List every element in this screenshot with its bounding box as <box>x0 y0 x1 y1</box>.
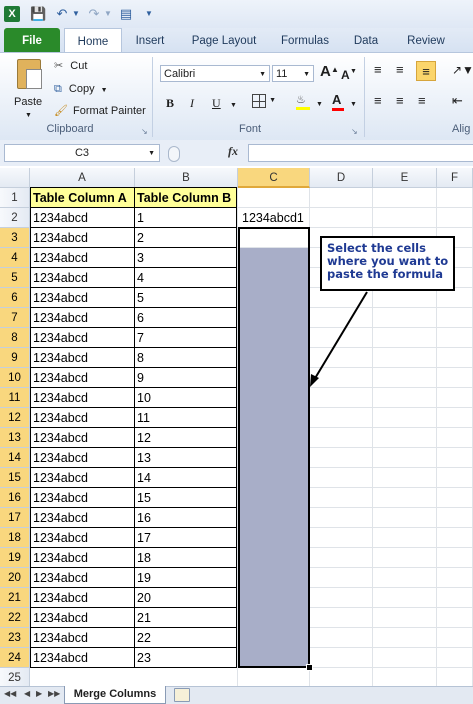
format-painter-button[interactable]: 🖌 Format Painter <box>54 104 146 118</box>
excel-logo-icon: X <box>4 6 20 22</box>
cut-button[interactable]: ✂ Cut <box>54 59 87 73</box>
font-name-dropdown-icon[interactable]: ▼ <box>259 66 266 83</box>
copy-dropdown-icon[interactable]: ▼ <box>101 87 108 94</box>
format-painter-label: Format Painter <box>73 105 146 117</box>
clipboard-dialog-launcher-icon[interactable]: ↘ <box>141 125 148 139</box>
name-box[interactable]: C3 ▼ <box>4 144 160 162</box>
alignment-group-label: Alig <box>452 123 471 135</box>
redo-dropdown-icon[interactable]: ▼ <box>104 6 112 22</box>
sheet-tab-merge-columns[interactable]: Merge Columns <box>64 686 166 704</box>
customize-dropdown-icon[interactable]: ▼ <box>144 6 154 22</box>
borders-dropdown-icon[interactable]: ▼ <box>269 97 276 104</box>
font-color-dropdown-icon[interactable]: ▼ <box>350 98 357 112</box>
font-group-label: Font <box>238 123 261 135</box>
worksheet-grid: ABCDEF 1 2 3 4 5 6 7 8 9 10 11 12 13 14 15 16 17 18 19 20 21… <box>0 168 473 688</box>
font-dialog-launcher-icon[interactable]: ↘ <box>351 125 358 139</box>
ribbon-divider <box>364 57 365 137</box>
underline-button[interactable]: U <box>212 96 221 110</box>
align-left-button[interactable]: ≡ <box>374 94 382 108</box>
clipboard-group-label: Clipboard <box>46 123 94 135</box>
prev-sheet-button[interactable]: ◀ <box>24 689 30 698</box>
font-size-dropdown-icon[interactable]: ▼ <box>303 66 310 83</box>
shrink-font-arrow-icon: ▼ <box>350 68 357 75</box>
formula-bar-grip-icon <box>168 146 180 162</box>
tab-formulas[interactable]: Formulas <box>274 28 336 52</box>
tab-data[interactable]: Data <box>346 28 386 52</box>
copy-label: Copy <box>68 83 95 95</box>
paint-bucket-icon: ♨ <box>296 94 306 106</box>
bold-button[interactable]: B <box>166 96 174 110</box>
ribbon-divider <box>152 57 153 137</box>
grow-font-arrow-icon: ▲ <box>331 65 339 74</box>
name-box-value: C3 <box>74 147 90 159</box>
cut-label: Cut <box>70 60 88 72</box>
first-sheet-button[interactable]: ◀◀ <box>4 689 16 698</box>
italic-button[interactable]: I <box>190 96 194 110</box>
align-top-button[interactable]: ≡ <box>374 63 382 77</box>
font-size-input[interactable]: 11 ▼ <box>272 65 314 82</box>
sheet-tab-bar: ◀◀ ◀ ▶ ▶▶ Merge Columns <box>0 686 473 704</box>
last-sheet-button[interactable]: ▶▶ <box>48 689 60 698</box>
paste-icon <box>17 59 42 89</box>
formula-input[interactable] <box>248 144 473 162</box>
ribbon-tabs: File Home Insert Page Layout Formulas Da… <box>0 28 473 53</box>
paste-label: Paste <box>14 96 43 108</box>
ribbon-home: Paste ▼ ✂ Cut ⧉ Copy ▼ 🖌 Format Painter … <box>0 52 473 142</box>
undo-icon[interactable]: ↶ <box>54 6 70 22</box>
name-box-dropdown-icon[interactable]: ▼ <box>148 145 155 162</box>
paste-button[interactable]: Paste ▼ <box>12 57 48 119</box>
print-preview-icon[interactable]: ▤ <box>118 6 134 22</box>
font-name-value: Calibri <box>164 68 196 80</box>
grow-font-button[interactable]: A <box>320 64 331 79</box>
align-bottom-button[interactable]: ≡ <box>416 61 436 81</box>
borders-button[interactable]: ▼ <box>252 94 276 112</box>
tab-file[interactable]: File <box>4 28 60 52</box>
tab-home[interactable]: Home <box>64 28 122 53</box>
borders-icon <box>252 94 266 108</box>
annotation-arrow <box>310 291 368 387</box>
fill-color-dropdown-icon[interactable]: ▼ <box>316 98 323 112</box>
decrease-indent-button[interactable]: ⇤ <box>452 94 463 108</box>
insert-sheet-icon[interactable] <box>174 688 190 702</box>
copy-button[interactable]: ⧉ Copy ▼ <box>54 82 108 98</box>
align-center-button[interactable]: ≡ <box>396 94 404 108</box>
shrink-font-button[interactable]: A <box>341 68 350 82</box>
scissors-icon: ✂ <box>54 60 64 72</box>
tab-insert[interactable]: Insert <box>126 28 174 52</box>
save-icon[interactable]: 💾 <box>30 6 46 22</box>
align-right-button[interactable]: ≡ <box>418 94 426 108</box>
paste-dropdown-icon[interactable]: ▼ <box>25 109 32 123</box>
align-middle-button[interactable]: ≡ <box>396 63 404 77</box>
insert-function-button[interactable]: fx <box>228 144 238 159</box>
quick-access-toolbar: X 💾 ↶ ▼ ↷ ▼ ▤ ▼ <box>0 0 473 28</box>
paintbrush-icon: 🖌 <box>54 105 68 117</box>
fill-color-swatch <box>296 107 310 110</box>
font-color-button[interactable]: A <box>332 93 344 111</box>
redo-icon[interactable]: ↷ <box>86 6 102 22</box>
next-sheet-button[interactable]: ▶ <box>36 689 42 698</box>
font-name-input[interactable]: Calibri ▼ <box>160 65 270 82</box>
copy-icon: ⧉ <box>54 83 62 95</box>
formula-bar: C3 ▼ fx <box>0 140 473 166</box>
tab-page-layout[interactable]: Page Layout <box>182 28 266 52</box>
underline-dropdown-icon[interactable]: ▼ <box>230 99 237 113</box>
font-color-label: A <box>332 92 342 107</box>
sheet-tab-label: Merge Columns <box>73 688 157 700</box>
font-color-swatch <box>332 108 344 111</box>
tab-review[interactable]: Review <box>400 28 452 52</box>
undo-dropdown-icon[interactable]: ▼ <box>72 6 80 22</box>
fill-color-button[interactable]: ♨ <box>296 93 310 110</box>
font-size-value: 11 <box>276 68 288 80</box>
orientation-button[interactable]: ↗▼ <box>452 63 473 77</box>
